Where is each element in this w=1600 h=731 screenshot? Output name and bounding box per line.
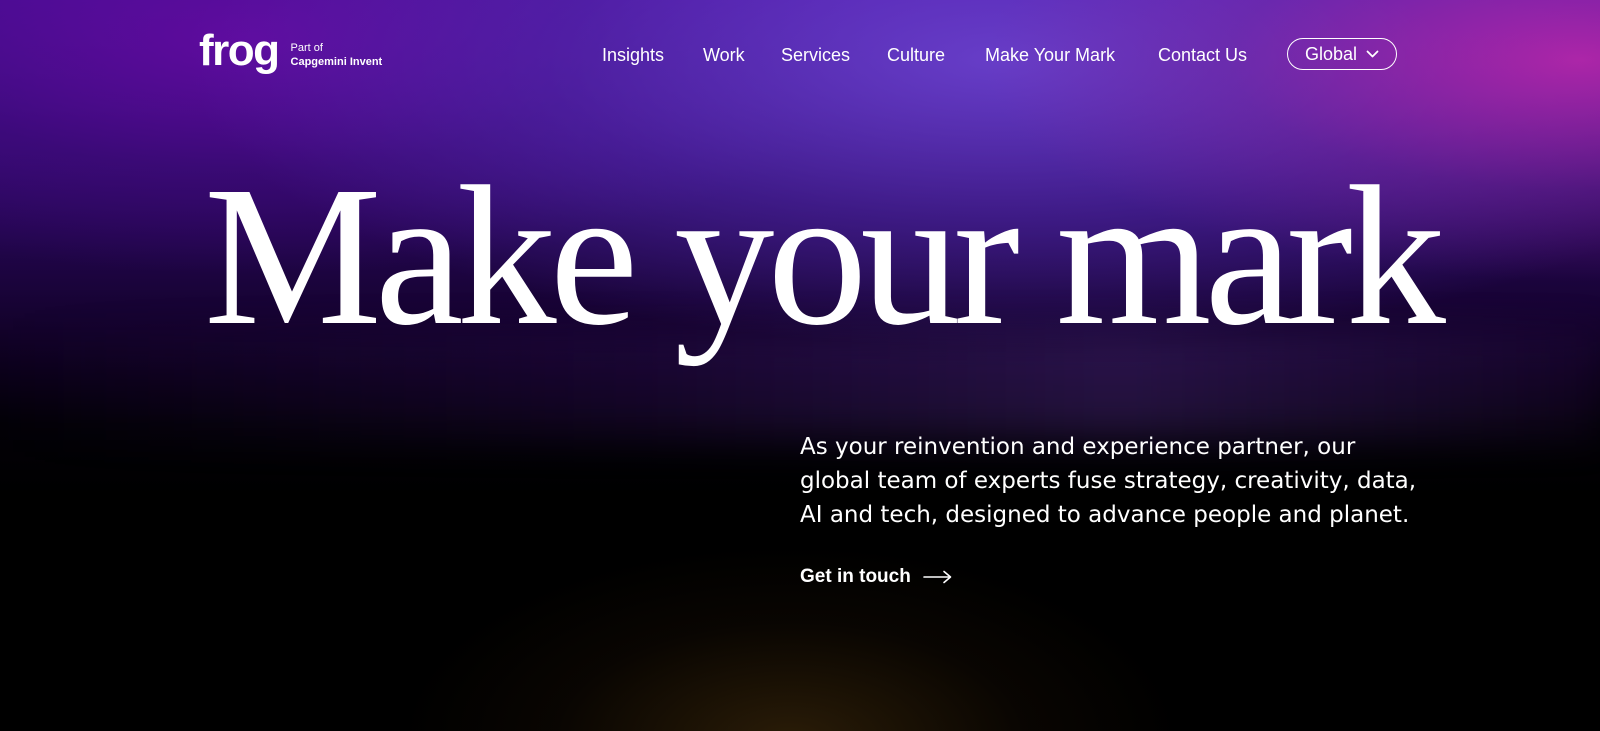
hero-intro-text: As your reinvention and experience partn… bbox=[800, 430, 1420, 532]
hero-intro-line: AI and tech, designed to advance people … bbox=[800, 502, 1410, 528]
nav-item-services[interactable]: Services bbox=[781, 42, 850, 68]
page: frog Part of Capgemini Invent Insights W… bbox=[0, 0, 1600, 731]
chevron-down-icon bbox=[1366, 50, 1379, 58]
nav-item-culture[interactable]: Culture bbox=[887, 42, 945, 68]
region-selector-button[interactable]: Global bbox=[1287, 38, 1397, 70]
region-selector-label: Global bbox=[1304, 43, 1358, 64]
get-in-touch-link[interactable]: Get in touch bbox=[800, 564, 953, 590]
get-in-touch-label: Get in touch bbox=[800, 566, 911, 587]
nav-item-insights[interactable]: Insights bbox=[602, 42, 664, 68]
hero-intro-line: global team of experts fuse strategy, cr… bbox=[800, 468, 1417, 494]
hero-intro-line: As your reinvention and experience partn… bbox=[800, 434, 1356, 460]
arrow-right-icon bbox=[923, 570, 952, 584]
nav-item-contact-us[interactable]: Contact Us bbox=[1158, 42, 1247, 68]
site-header: frog Part of Capgemini Invent Insights W… bbox=[0, 0, 1600, 110]
nav-item-work[interactable]: Work bbox=[703, 42, 745, 68]
hero-headline: Make your mark bbox=[204, 146, 1446, 367]
nav-item-make-your-mark[interactable]: Make Your Mark bbox=[985, 42, 1115, 68]
